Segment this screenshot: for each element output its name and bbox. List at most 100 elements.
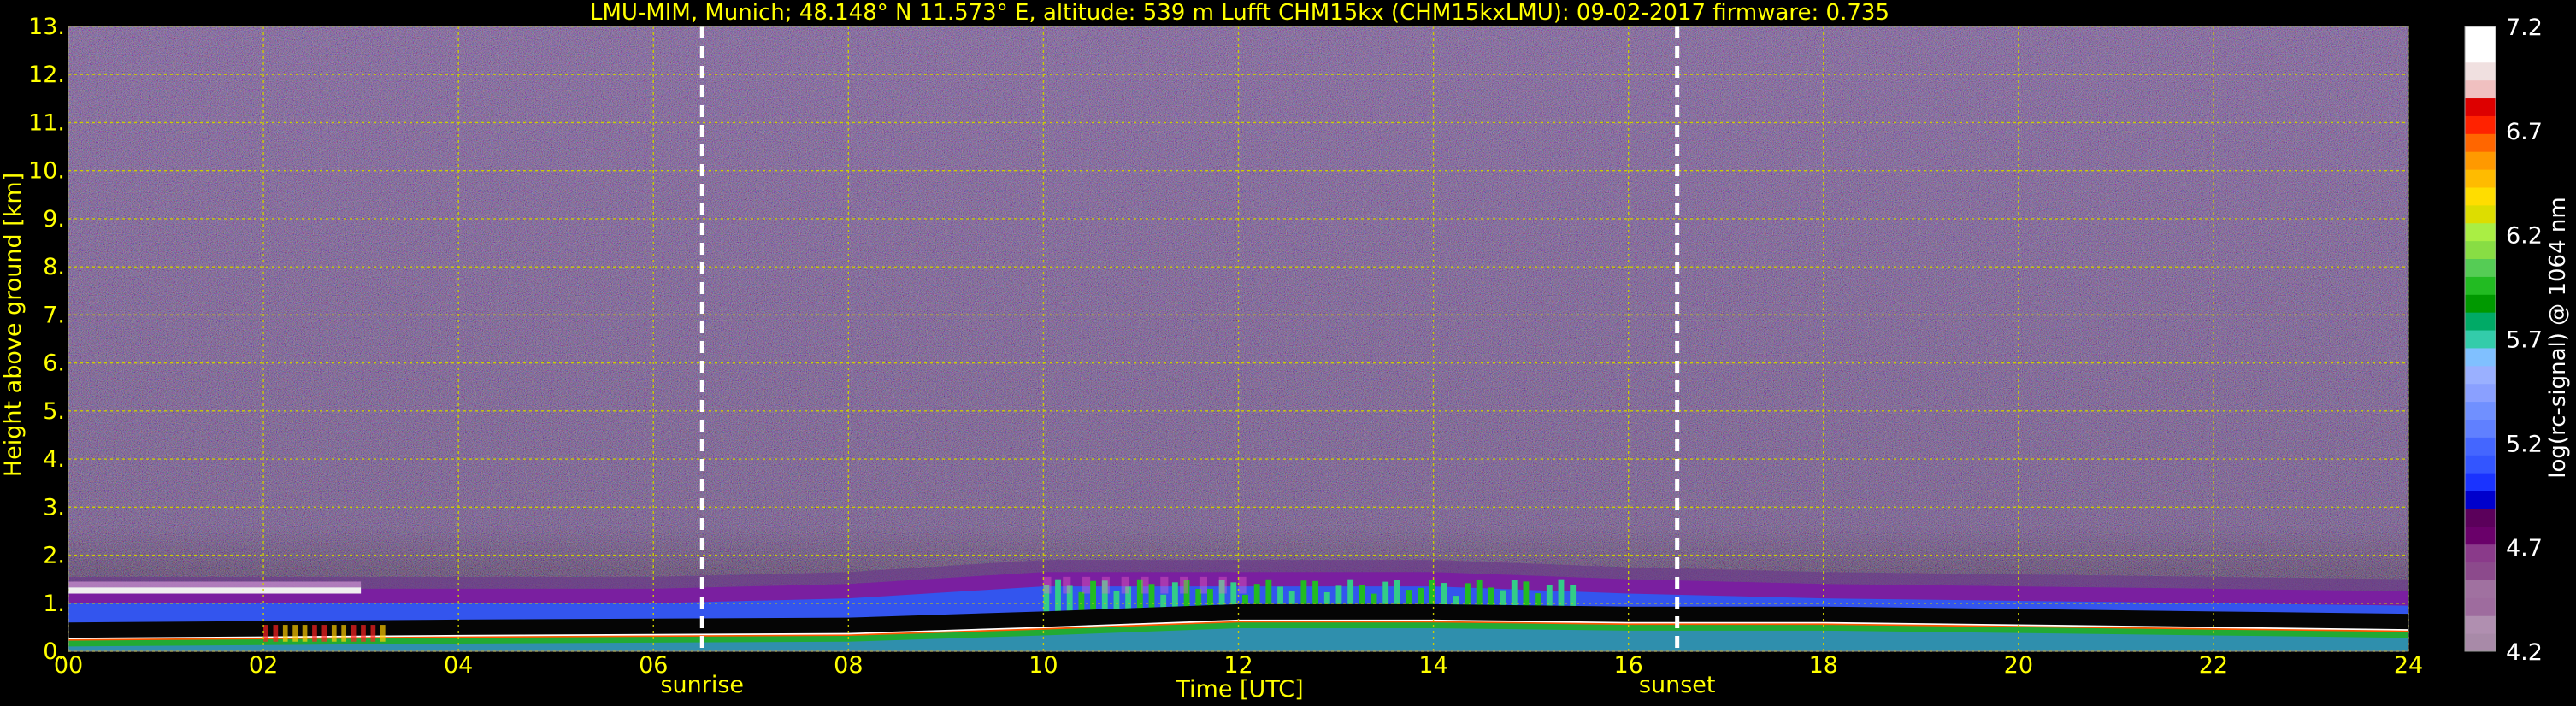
ground-clutter [341,625,347,642]
y-tick-label: 7. [43,302,65,328]
colorbar-segment [2465,597,2496,616]
y-tick-label: 8. [43,254,65,280]
x-tick-label: 02 [249,652,278,679]
colorbar-segment [2465,294,2496,313]
colorbar-segment [2465,97,2496,116]
colorbar-segment [2465,544,2496,563]
colorbar-segment [2465,204,2496,224]
chart-title: LMU-MIM, Munich; 48.148° N 11.573° E, al… [590,0,1889,26]
colorbar-segment [2465,115,2496,134]
ground-clutter [273,625,279,642]
y-tick-label: 10. [28,158,65,185]
sunrise-label: sunrise [660,672,744,698]
x-tick-label: 12 [1223,652,1253,679]
convection-mark [1063,576,1071,594]
y-tick-label: 9. [43,206,65,232]
y-axis-label: Height above ground [km] [0,173,27,477]
colorbar-segment [2465,79,2496,99]
y-tick-label: 2. [43,543,65,569]
colorbar: 4.2 4.7 5.2 5.7 6.2 6.7 7.2 [2464,15,2543,666]
convection-mark [1055,579,1061,614]
ground-clutter [263,625,268,642]
x-tick-label: 22 [2199,652,2228,679]
colorbar-tick-label: 7.2 [2506,15,2543,41]
colorbar-segment [2465,26,2496,45]
colorbar-segment [2465,455,2496,474]
colorbar-segment [2465,437,2496,456]
colorbar-segment [2465,633,2496,652]
ground-clutter [292,625,298,642]
colorbar-segment [2465,562,2496,580]
colorbar-segment [2465,419,2496,438]
early-residual-layer [68,587,362,594]
ground-clutter [361,625,366,642]
chart-figure: LMU-MIM, Munich; 48.148° N 11.573° E, al… [0,0,2571,703]
ground-clutter [282,625,288,642]
colorbar-segment [2465,240,2496,260]
x-tick-label: 04 [444,652,473,679]
colorbar-segment [2465,133,2496,152]
ground-clutter [370,625,376,642]
sunset-label: sunset [1639,672,1716,698]
x-tick-label: 08 [834,652,863,679]
colorbar-segment [2465,347,2496,367]
convection-mark [1180,576,1188,594]
y-tick-label: 6. [43,350,65,377]
x-tick-label: 14 [1418,652,1447,679]
convection-mark [1082,576,1091,594]
colorbar-segment [2465,44,2496,63]
x-tick-label: 06 [639,652,668,679]
ground-clutter [351,625,357,642]
y-tick-label: 1. [43,591,65,617]
colorbar-label: log(rc-signal) @ 1064 nm [2545,197,2571,478]
ground-clutter [380,625,386,642]
colorbar-segment [2465,169,2496,188]
colorbar-tick-label: 6.2 [2506,223,2543,250]
x-tick-label: 10 [1029,652,1058,679]
colorbar-segment [2465,222,2496,242]
convection-mark [1101,576,1110,594]
colorbar-segment [2465,365,2496,385]
y-tick-label: 5. [43,398,65,425]
colorbar-segment [2465,580,2496,598]
convection-mark [1218,576,1227,594]
x-tick-label: 24 [2394,652,2423,679]
y-tick-label: 4. [43,446,65,473]
colorbar-segment [2465,491,2496,509]
convection-mark [1160,576,1169,594]
colorbar-tick-label: 6.7 [2506,119,2543,145]
y-tick-label: 11. [28,109,65,136]
colorbar-segment [2465,401,2496,420]
colorbar-segment [2465,383,2496,403]
plot-area: sunrise sunset00 02 04 06 08 10 12 14 16 18 20 22 240… [28,14,2423,698]
colorbar-tick-label: 4.7 [2506,535,2543,562]
ground-clutter [312,625,317,642]
convection-mark [1090,580,1096,614]
x-tick-label: 20 [2004,652,2033,679]
colorbar-segment [2465,330,2496,349]
early-residual-haze [68,581,362,588]
colorbar-segment [2465,62,2496,81]
colorbar-tick-label: 5.2 [2506,431,2543,457]
convection-mark [1199,576,1208,594]
convection-mark [1141,576,1149,594]
colorbar-tick-label: 5.7 [2506,327,2543,354]
y-tick-label: 0. [43,638,65,665]
y-tick-label: 12. [28,62,65,88]
ground-clutter [321,625,327,642]
convection-mark [1121,576,1129,594]
colorbar-segment [2465,615,2496,634]
convection-mark [1238,576,1247,594]
y-tick-label: 3. [43,494,65,521]
colorbar-segment [2465,258,2496,277]
ground-clutter [331,625,337,642]
colorbar-segment [2465,508,2496,527]
convection-mark [1043,576,1052,594]
colorbar-segment [2465,276,2496,295]
colorbar-segment [2465,312,2496,331]
x-axis-label: Time [UTC] [1175,676,1303,703]
colorbar-segment [2465,473,2496,491]
colorbar-segment [2465,186,2496,206]
colorbar-tick-label: 4.2 [2506,639,2543,666]
x-tick-label: 18 [1809,652,1838,679]
